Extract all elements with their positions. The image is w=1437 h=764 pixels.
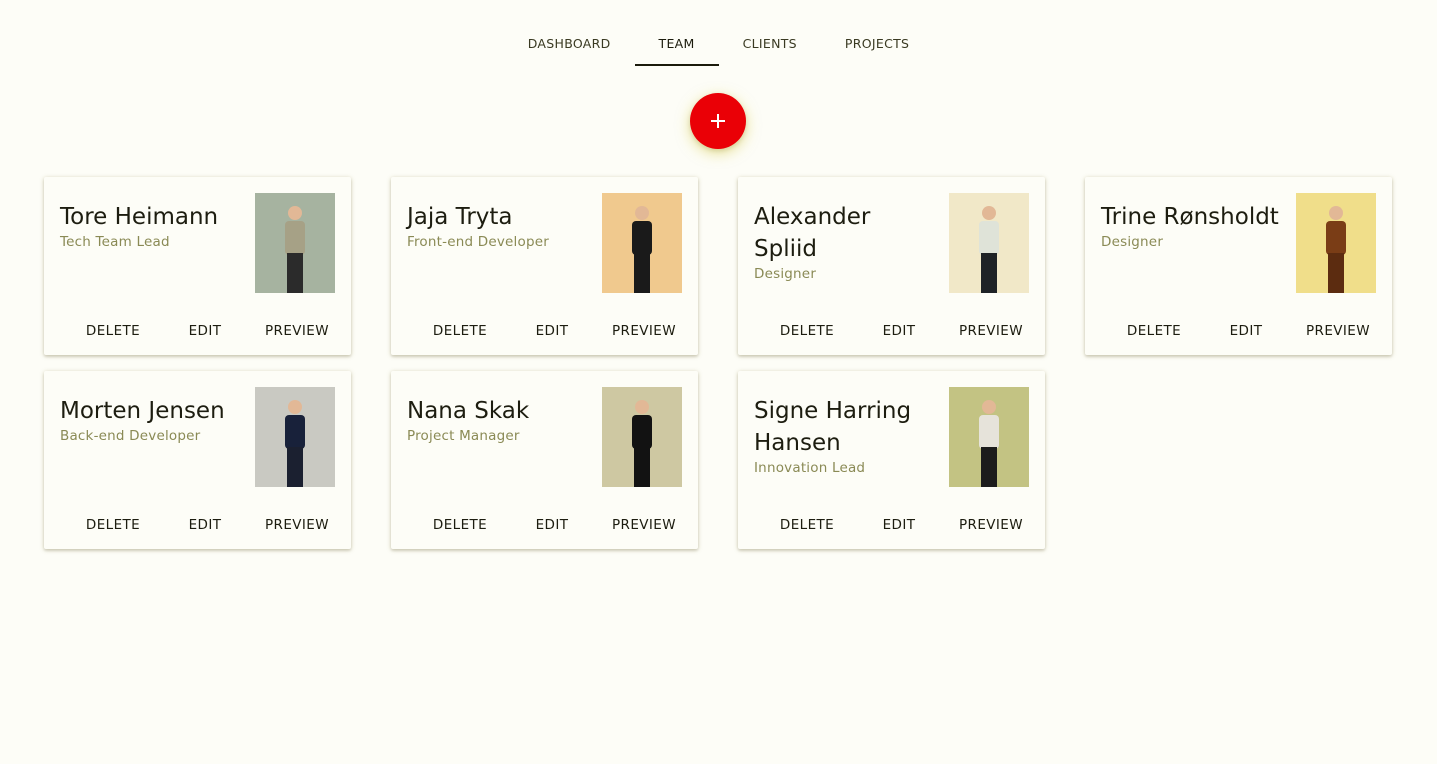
member-role: Front-end Developer: [407, 234, 549, 250]
delete-button[interactable]: DELETE: [761, 509, 853, 549]
member-photo: [1296, 193, 1376, 293]
portrait-image: [255, 193, 335, 293]
edit-button[interactable]: EDIT: [506, 509, 598, 549]
team-member-card: Trine Rønsholdt Designer DELETE EDIT PRE…: [1085, 177, 1392, 355]
portrait-image: [1296, 193, 1376, 293]
team-member-card: Nana Skak Project Manager DELETE EDIT PR…: [391, 371, 698, 549]
edit-button[interactable]: EDIT: [853, 315, 945, 355]
preview-button[interactable]: PREVIEW: [251, 509, 343, 549]
portrait-image: [602, 387, 682, 487]
member-role: Project Manager: [407, 428, 520, 444]
tab-projects[interactable]: PROJECTS: [821, 22, 933, 66]
card-actions: DELETE EDIT PREVIEW: [407, 293, 690, 355]
preview-button[interactable]: PREVIEW: [598, 315, 690, 355]
team-member-card: Alexander Spliid Designer DELETE EDIT PR…: [738, 177, 1045, 355]
member-name: Alexander Spliid: [754, 204, 871, 262]
delete-button[interactable]: DELETE: [67, 509, 159, 549]
card-actions: DELETE EDIT PREVIEW: [60, 487, 343, 549]
portrait-image: [949, 193, 1029, 293]
preview-button[interactable]: PREVIEW: [945, 315, 1037, 355]
preview-button[interactable]: PREVIEW: [598, 509, 690, 549]
portrait-image: [602, 193, 682, 293]
member-role: Tech Team Lead: [60, 234, 170, 250]
top-navigation: DASHBOARD TEAM CLIENTS PROJECTS: [0, 22, 1437, 66]
preview-button[interactable]: PREVIEW: [1292, 315, 1384, 355]
card-actions: DELETE EDIT PREVIEW: [754, 487, 1037, 549]
edit-button[interactable]: EDIT: [159, 315, 251, 355]
card-actions: DELETE EDIT PREVIEW: [407, 487, 690, 549]
team-member-card: Jaja Tryta Front-end Developer DELETE ED…: [391, 177, 698, 355]
tab-team[interactable]: TEAM: [634, 22, 719, 66]
preview-button[interactable]: PREVIEW: [251, 315, 343, 355]
team-grid: Tore Heimann Tech Team Lead DELETE EDIT …: [44, 177, 1393, 549]
member-photo: [255, 387, 335, 487]
member-name: Nana Skak: [407, 398, 530, 424]
member-role: Back-end Developer: [60, 428, 201, 444]
edit-button[interactable]: EDIT: [1200, 315, 1292, 355]
member-name: Trine Rønsholdt: [1101, 204, 1279, 230]
member-photo: [949, 193, 1029, 293]
member-name: Jaja Tryta: [407, 204, 513, 230]
team-member-card: Signe Harring Hansen Innovation Lead DEL…: [738, 371, 1045, 549]
member-photo: [602, 387, 682, 487]
delete-button[interactable]: DELETE: [414, 509, 506, 549]
delete-button[interactable]: DELETE: [761, 315, 853, 355]
card-actions: DELETE EDIT PREVIEW: [1101, 293, 1384, 355]
tab-clients[interactable]: CLIENTS: [719, 22, 821, 66]
member-role: Designer: [1101, 234, 1164, 250]
portrait-image: [255, 387, 335, 487]
delete-button[interactable]: DELETE: [1108, 315, 1200, 355]
tab-dashboard[interactable]: DASHBOARD: [504, 22, 635, 66]
member-role: Designer: [754, 266, 817, 282]
delete-button[interactable]: DELETE: [67, 315, 159, 355]
card-actions: DELETE EDIT PREVIEW: [60, 293, 343, 355]
edit-button[interactable]: EDIT: [853, 509, 945, 549]
nav-tabs: DASHBOARD TEAM CLIENTS PROJECTS: [504, 22, 934, 66]
edit-button[interactable]: EDIT: [506, 315, 598, 355]
portrait-image: [949, 387, 1029, 487]
team-member-card: Tore Heimann Tech Team Lead DELETE EDIT …: [44, 177, 351, 355]
delete-button[interactable]: DELETE: [414, 315, 506, 355]
preview-button[interactable]: PREVIEW: [945, 509, 1037, 549]
member-photo: [255, 193, 335, 293]
card-actions: DELETE EDIT PREVIEW: [754, 293, 1037, 355]
edit-button[interactable]: EDIT: [159, 509, 251, 549]
member-role: Innovation Lead: [754, 460, 866, 476]
member-photo: [602, 193, 682, 293]
member-name: Signe Harring Hansen: [754, 398, 912, 456]
member-photo: [949, 387, 1029, 487]
member-name: Morten Jensen: [60, 398, 225, 424]
member-name: Tore Heimann: [60, 204, 219, 230]
team-member-card: Morten Jensen Back-end Developer DELETE …: [44, 371, 351, 549]
add-member-button[interactable]: [690, 93, 746, 149]
